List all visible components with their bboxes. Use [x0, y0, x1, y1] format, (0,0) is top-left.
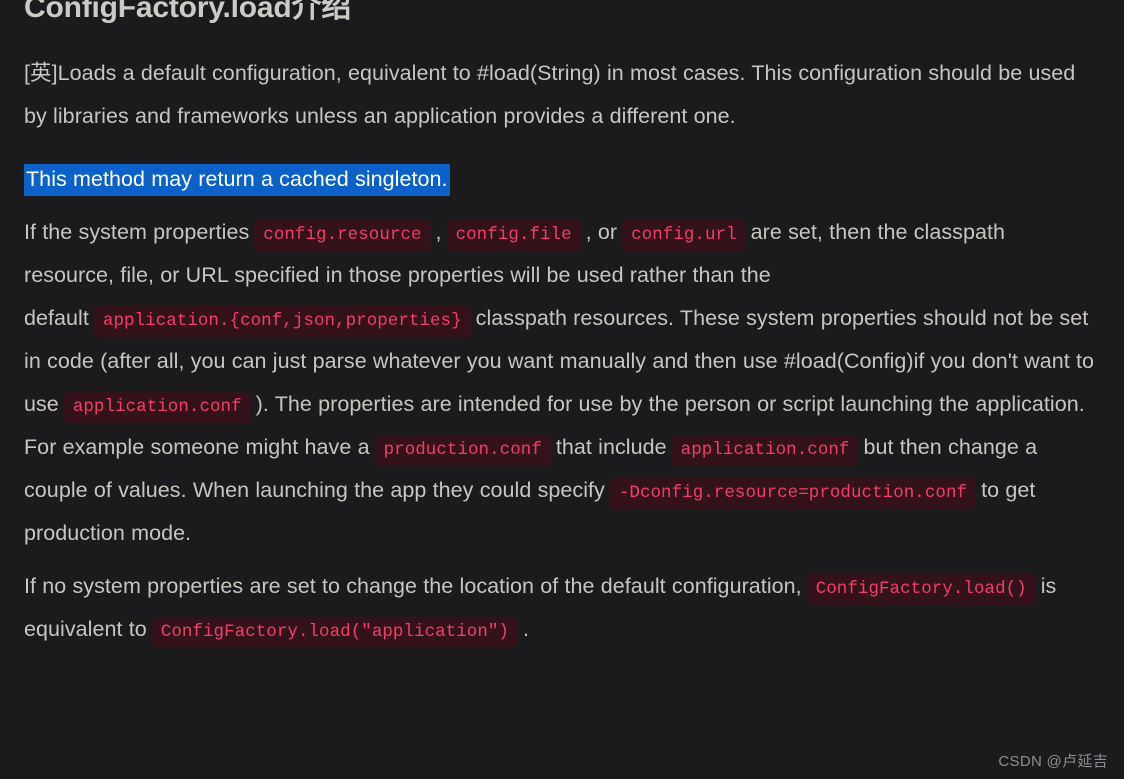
highlighted-sentence: This method may return a cached singleto… [24, 164, 450, 196]
text-segment: If the system properties [24, 220, 250, 244]
inline-code-configfactory-load-application: ConfigFactory.load("application") [151, 617, 518, 648]
article-page: ConfigFactory.load介绍 [英]Loads a default … [0, 0, 1124, 779]
text-segment: , [435, 220, 442, 244]
article-body: ConfigFactory.load介绍 [英]Loads a default … [24, 0, 1096, 651]
inline-code-dconfig-resource: -Dconfig.resource=production.conf [609, 478, 977, 509]
inline-code-config-resource: config.resource [254, 220, 431, 251]
inline-code-production-conf: production.conf [374, 435, 551, 466]
csdn-watermark: CSDN @卢延吉 [998, 753, 1108, 770]
paragraph-default-config: If no system properties are set to chang… [24, 565, 1096, 651]
inline-code-configfactory-load: ConfigFactory.load() [806, 574, 1036, 605]
page-title: ConfigFactory.load介绍 [24, 0, 352, 24]
text-segment: that include [555, 435, 667, 459]
paragraph-system-properties: If the system properties config.resource,… [24, 211, 1096, 555]
paragraph-highlighted: This method may return a cached singleto… [24, 158, 1096, 201]
inline-code-application-variants: application.{conf,json,properties} [93, 306, 471, 337]
inline-code-config-url: config.url [622, 220, 746, 251]
text-segment: . [523, 617, 530, 641]
text-segment: If no system properties are set to chang… [24, 574, 802, 598]
inline-code-application-conf-1: application.conf [63, 392, 251, 423]
text-segment: , or [585, 220, 618, 244]
inline-code-application-conf-2: application.conf [671, 435, 859, 466]
paragraph-intro: [英]Loads a default configuration, equiva… [24, 61, 1076, 128]
inline-code-config-file: config.file [446, 220, 581, 251]
